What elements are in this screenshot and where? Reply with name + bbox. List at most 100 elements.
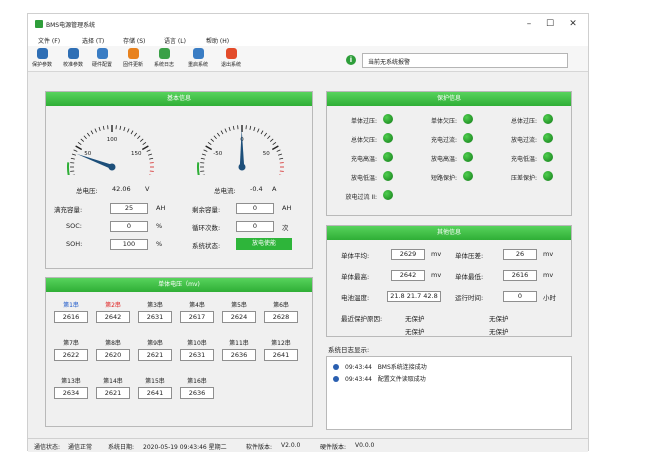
total-voltage-label: 总电压:: [76, 187, 98, 195]
cell-voltage-field: 2636: [180, 387, 214, 399]
cell-voltage-field: 2622: [54, 349, 88, 361]
total-current-unit: A: [272, 185, 277, 193]
firmware-update-button[interactable]: 固件更新: [119, 48, 147, 70]
battery-temp-label: 电池温度:: [341, 294, 370, 302]
hardware-config-button[interactable]: 硬件配置: [88, 48, 116, 70]
protection-label: 单体过压:: [350, 118, 377, 125]
title-bar: BMS电源管理系统 – ☐ ✕: [28, 14, 588, 34]
voltage-gauge-tick: [71, 153, 76, 156]
current-gauge-tick: [201, 153, 206, 156]
current-gauge-tick: [228, 126, 231, 131]
soh-label: SOH:: [66, 240, 83, 248]
voltage-gauge-tick-label: 100: [107, 137, 118, 143]
log-entry: 09:43:44 配置文件读取成功: [333, 374, 426, 383]
cell-voltage-field: 2617: [180, 311, 214, 323]
menu-select[interactable]: 选择 (T): [82, 36, 104, 45]
maximize-button[interactable]: ☐: [543, 17, 557, 31]
cell-voltage-field: 2631: [138, 311, 172, 323]
basic-info-panel: 基本信息 050100150200 -100-50050100 总电压: 42.…: [45, 91, 313, 269]
current-gauge: -100-50050100: [197, 125, 284, 175]
cell-label: 第6串: [273, 302, 289, 309]
restart-system-button[interactable]: 重启系统: [184, 48, 212, 70]
cell-voltage-field: 2616: [54, 311, 88, 323]
current-gauge-tick: [200, 157, 205, 160]
protection-label: 放电过流 II:: [345, 194, 377, 201]
soc-label: SOC:: [66, 222, 82, 230]
current-gauge-tick: [213, 135, 217, 140]
voltage-gauge-tick: [75, 145, 83, 151]
menu-file[interactable]: 文件 (F): [38, 36, 60, 45]
comm-status-value: 通信正常: [68, 444, 93, 451]
exit-system-button[interactable]: 退出系统: [217, 48, 245, 70]
cell-label: 第8串: [105, 340, 121, 347]
log-entry: 09:43:44 BMS系统连接成功: [333, 362, 427, 371]
calibration-params-button[interactable]: 校准参数: [59, 48, 87, 70]
voltage-gauge-tick: [102, 125, 105, 130]
system-log-list[interactable]: 09:43:44 BMS系统连接成功 09:43:44 配置文件读取成功: [326, 356, 572, 430]
log-icon: [158, 48, 170, 59]
voltage-gauge-needle: [76, 153, 113, 170]
cycle-count-unit: 次: [282, 224, 289, 232]
protection-label: 放电高温:: [430, 156, 457, 163]
status-led-icon: [383, 114, 393, 124]
menu-help[interactable]: 帮助 (H): [206, 36, 229, 45]
cell-voltage-field: 2642: [96, 311, 130, 323]
current-gauge-needle: [239, 129, 245, 168]
protect-reason-3: 无保护: [405, 328, 425, 336]
runtime-unit: 小时: [543, 294, 556, 302]
update-icon: [127, 48, 139, 59]
minimize-button[interactable]: –: [522, 17, 536, 31]
power-icon: [225, 48, 237, 59]
protection-params-button[interactable]: 保护参数: [28, 48, 56, 70]
total-voltage-unit: V: [145, 185, 150, 193]
close-button[interactable]: ✕: [566, 17, 580, 31]
menu-language[interactable]: 语言 (L): [164, 36, 186, 45]
total-voltage-value: 42.06: [112, 185, 131, 193]
other-info-title: 其他信息: [327, 226, 571, 240]
current-gauge-tick: [267, 135, 271, 140]
voltage-gauge-green-zone: [67, 162, 70, 175]
system-log-button[interactable]: 系统日志: [150, 48, 178, 70]
menu-storage[interactable]: 存储 (S): [123, 36, 145, 45]
total-current-label: 总电流:: [214, 187, 236, 195]
soc-unit: %: [156, 222, 163, 230]
info-icon: i: [346, 55, 356, 65]
voltage-gauge-tick: [139, 138, 144, 142]
current-gauge-tick: [210, 138, 215, 142]
current-gauge-tick: [249, 125, 252, 130]
remaining-capacity-field: 0: [236, 203, 274, 214]
voltage-gauge-tick: [119, 125, 122, 130]
cell-voltage-field: 2624: [222, 311, 256, 323]
system-date-label: 系统日期:: [108, 444, 135, 451]
basic-info-title: 基本信息: [46, 92, 312, 106]
current-gauge-tick: [269, 138, 274, 142]
current-gauge-tick: [232, 125, 235, 130]
current-gauge-green-zone: [197, 162, 200, 175]
voltage-gauge-tick-label: 50: [84, 151, 91, 157]
system-state-label: 系统状态:: [192, 242, 221, 250]
soh-unit: %: [156, 240, 163, 248]
protection-label: 单体欠压:: [430, 118, 457, 125]
software-version-label: 软件版本:: [246, 444, 273, 451]
status-led-icon: [543, 152, 553, 162]
voltage-gauge-tick: [90, 130, 94, 135]
app-logo-icon: [35, 20, 43, 28]
full-capacity-field: 25: [110, 203, 148, 214]
cycle-count-label: 循环次数:: [192, 224, 221, 232]
toolbar: 保护参数 校准参数 硬件配置 固件更新 系统日志 重启系统 退出系统 i 当前无…: [28, 46, 588, 72]
remaining-capacity-label: 剩余容量:: [192, 206, 221, 214]
voltage-gauge-tick: [86, 132, 90, 137]
cell-label: 第15串: [145, 378, 165, 385]
protect-reason-label: 最近保护原因:: [341, 315, 383, 323]
cell-voltage-field: 2636: [222, 349, 256, 361]
current-gauge-tick: [207, 141, 212, 145]
hardware-version-label: 硬件版本:: [320, 444, 347, 451]
status-led-icon: [463, 114, 473, 124]
cell-voltage-field: 2620: [96, 349, 130, 361]
cycle-count-field: 0: [236, 221, 274, 232]
window-title: BMS电源管理系统: [46, 22, 96, 29]
protection-label: 充电过流:: [430, 137, 457, 144]
status-led-icon: [543, 114, 553, 124]
cell-voltage-field: 2634: [54, 387, 88, 399]
protection-label: 总体过压:: [510, 118, 537, 125]
